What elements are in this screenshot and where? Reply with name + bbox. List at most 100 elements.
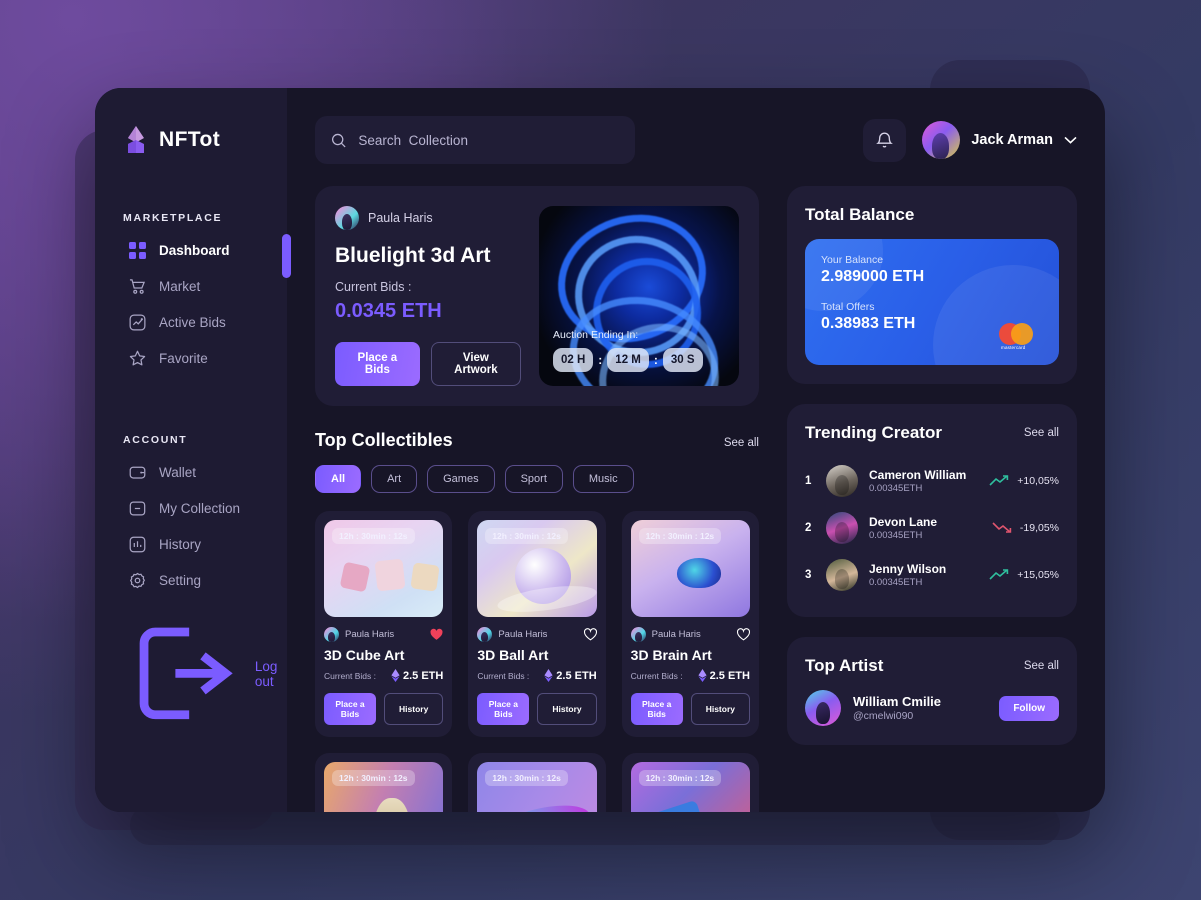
sidebar-item-setting[interactable]: Setting: [95, 562, 287, 598]
filter-chip-music[interactable]: Music: [572, 465, 634, 493]
topbar: Jack Arman: [315, 116, 1077, 164]
nft-card[interactable]: 12h : 30min : 12s Paula Haris 3D Ball Ar…: [468, 511, 606, 737]
trend-down-icon: [992, 522, 1012, 533]
nft-card[interactable]: 12h : 30min : 12s Paula Haris 3D Cube Ar…: [315, 511, 453, 737]
nft-artwork: 12h : 30min : 12s: [477, 762, 597, 812]
nft-countdown: 12h : 30min : 12s: [485, 528, 568, 544]
nft-actions: Place a Bids History: [324, 693, 444, 725]
search-icon: [331, 133, 346, 147]
star-icon: [129, 350, 146, 365]
logout-icon: [139, 627, 233, 720]
nft-artwork: 12h : 30min : 12s: [477, 520, 597, 617]
logout-button[interactable]: Log out: [95, 617, 287, 812]
artwork-shape: [374, 798, 410, 812]
notification-button[interactable]: [863, 118, 907, 162]
logout-label: Log out: [254, 658, 278, 689]
artwork-shape: [651, 799, 708, 812]
nft-card[interactable]: 12h : 30min : 12s: [315, 753, 453, 812]
profile-menu[interactable]: Jack Arman: [922, 121, 1077, 159]
heart-icon[interactable]: [430, 628, 443, 641]
nav-group-label-marketplace: MARKETPLACE: [123, 212, 223, 224]
balance-card[interactable]: Your Balance 2.989000 ETH Total Offers 0…: [805, 239, 1059, 365]
nft-card[interactable]: 12h : 30min : 12s: [621, 753, 759, 812]
see-all-collectibles[interactable]: See all: [724, 437, 759, 449]
heart-icon[interactable]: [583, 628, 597, 641]
trending-header: Trending Creator See all: [805, 423, 1059, 443]
nft-price-text: 2.5 ETH: [556, 669, 597, 682]
nft-price: 2.5 ETH: [698, 669, 750, 682]
see-all-artists[interactable]: See all: [1024, 660, 1059, 672]
timer: 02 H : 12 M : 30 S: [553, 348, 729, 372]
search-input[interactable]: [358, 132, 619, 148]
filter-chip-art[interactable]: Art: [371, 465, 418, 493]
trending-row[interactable]: 2 Devon Lane 0.00345ETH -19,05%: [805, 504, 1059, 551]
sidebar-item-label: Setting: [159, 572, 202, 588]
timer-seconds: 30 S: [662, 348, 703, 372]
mastercard-icon: mastercard: [999, 321, 1041, 350]
brand[interactable]: NFTot: [95, 120, 287, 160]
history-button[interactable]: History: [384, 693, 444, 725]
avatar: [477, 627, 493, 642]
sidebar-item-history[interactable]: History: [95, 526, 287, 562]
trending-row[interactable]: 1 Cameron William 0.00345ETH +10,05%: [805, 457, 1059, 504]
featured-artwork[interactable]: Auction Ending In: 02 H : 12 M : 30 S: [539, 206, 739, 386]
artwork-shape: [676, 558, 721, 588]
avatar: [805, 690, 841, 726]
nft-meta: Paula Haris: [324, 627, 443, 642]
featured-actions: Place a Bids View Artwork: [335, 342, 521, 386]
nft-price: 2.5 ETH: [391, 669, 443, 682]
trending-row[interactable]: 3 Jenny Wilson 0.00345ETH +15,05%: [805, 551, 1059, 598]
auction-label: Auction Ending In:: [553, 329, 639, 341]
sidebar-item-label: Active Bids: [159, 314, 226, 330]
sidebar-item-favorite[interactable]: Favorite: [95, 340, 287, 376]
sidebar-item-market[interactable]: Market: [95, 268, 287, 304]
mastercard-label: mastercard: [1001, 345, 1026, 350]
avatar: [630, 627, 646, 642]
search-box[interactable]: [315, 116, 635, 164]
filter-chip-sport[interactable]: Sport: [504, 465, 563, 493]
sidebar-item-active-bids[interactable]: Active Bids: [95, 304, 287, 340]
place-a-bids-button[interactable]: Place a Bids: [477, 693, 530, 725]
brand-name: NFTot: [159, 128, 221, 151]
total-balance-panel: Total Balance Your Balance 2.989000 ETH …: [787, 186, 1077, 384]
history-button[interactable]: History: [537, 693, 597, 725]
nft-countdown: 12h : 30min : 12s: [638, 770, 722, 786]
place-a-bids-button[interactable]: Place a Bids: [630, 693, 683, 725]
sidebar-item-my-collection[interactable]: My Collection: [95, 490, 287, 526]
cart-icon: [129, 278, 146, 294]
trending-percent: +10,05%: [1017, 474, 1059, 487]
filter-chip-games[interactable]: Games: [427, 465, 495, 493]
artist-row[interactable]: William Cmilie @cmelwi090 Follow: [805, 690, 1059, 726]
heart-icon[interactable]: [736, 628, 750, 641]
your-balance-value: 2.989000 ETH: [821, 268, 925, 285]
trending-name: Jenny Wilson: [869, 561, 947, 576]
place-a-bids-button[interactable]: Place a Bids: [335, 342, 420, 386]
trend-up-icon: [989, 569, 1009, 580]
collectibles-grid: 12h : 30min : 12s Paula Haris 3D Cube Ar…: [315, 511, 759, 737]
featured-bids-label: Current Bids :: [335, 280, 412, 294]
ethereum-icon: [544, 669, 553, 682]
see-all-trending[interactable]: See all: [1024, 427, 1059, 439]
ethereum-icon: [391, 669, 400, 682]
artwork-shape: [374, 558, 406, 592]
trending-info: Cameron William 0.00345ETH: [869, 468, 978, 494]
nft-title: 3D Ball Art: [477, 647, 549, 663]
nft-card[interactable]: 12h : 30min : 12s: [468, 753, 606, 812]
sidebar: NFTot MARKETPLACE Dashboard Market Activ…: [95, 88, 291, 812]
filter-chip-all[interactable]: All: [315, 465, 362, 493]
sidebar-item-wallet[interactable]: Wallet: [95, 454, 287, 490]
timer-minutes: 12 M: [607, 348, 649, 372]
nft-title: 3D Brain Art: [630, 647, 712, 663]
place-a-bids-button[interactable]: Place a Bids: [324, 693, 377, 725]
sidebar-item-label: Dashboard: [159, 242, 230, 258]
right-column: Total Balance Your Balance 2.989000 ETH …: [787, 186, 1077, 812]
follow-button[interactable]: Follow: [999, 695, 1059, 721]
profile-name: Jack Arman: [971, 132, 1053, 148]
nft-bids-label: Current Bids :: [630, 670, 683, 681]
sidebar-item-dashboard[interactable]: Dashboard: [95, 232, 287, 268]
topbar-actions: Jack Arman: [863, 118, 1077, 162]
view-artwork-button[interactable]: View Artwork: [430, 342, 521, 386]
sidebar-item-label: My Collection: [159, 500, 241, 516]
history-button[interactable]: History: [690, 693, 750, 725]
nft-card[interactable]: 12h : 30min : 12s Paula Haris 3D Brain A…: [621, 511, 759, 737]
